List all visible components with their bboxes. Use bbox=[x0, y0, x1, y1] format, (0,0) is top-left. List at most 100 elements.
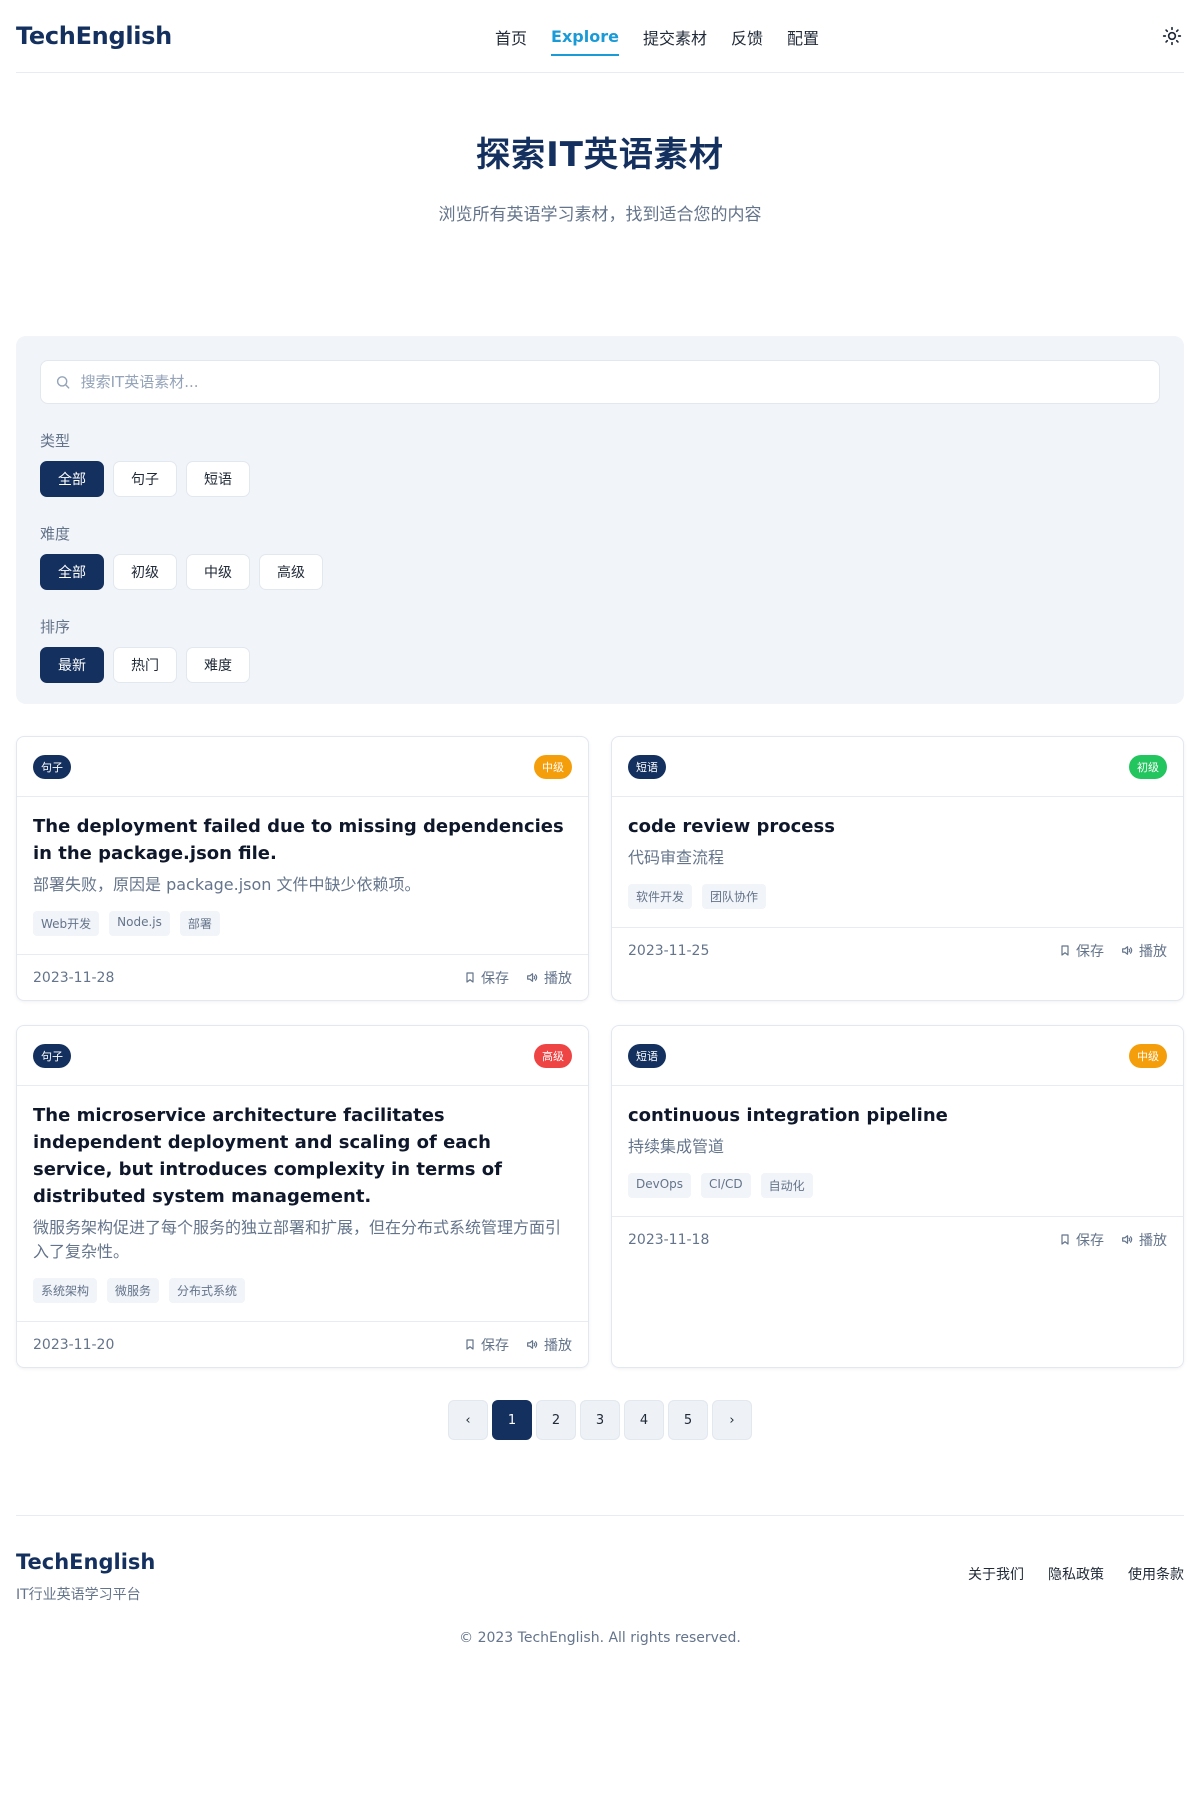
card-footer: 2023-11-20 保存 播放 bbox=[17, 1321, 588, 1367]
play-button[interactable]: 播放 bbox=[1120, 941, 1167, 961]
tag[interactable]: 自动化 bbox=[760, 1173, 813, 1198]
sort-latest[interactable]: 最新 bbox=[40, 647, 104, 683]
nav-explore[interactable]: Explore bbox=[551, 0, 619, 73]
card-body: code review process 代码审查流程 软件开发 团队协作 bbox=[612, 797, 1183, 927]
footer-link-about[interactable]: 关于我们 bbox=[968, 1564, 1024, 1584]
tag[interactable]: 部署 bbox=[179, 911, 220, 936]
play-label: 播放 bbox=[544, 1337, 572, 1354]
card-tags: 软件开发 团队协作 bbox=[628, 884, 1167, 909]
material-card-grid: 句子 中级 The deployment failed due to missi… bbox=[16, 736, 1184, 1368]
play-button[interactable]: 播放 bbox=[525, 968, 572, 988]
speaker-icon bbox=[1122, 946, 1133, 955]
material-card[interactable]: 短语 初级 code review process 代码审查流程 软件开发 团队… bbox=[611, 736, 1184, 1001]
save-button[interactable]: 保存 bbox=[1059, 1230, 1104, 1250]
tag[interactable]: Web开发 bbox=[33, 911, 100, 936]
card-date: 2023-11-25 bbox=[628, 942, 710, 959]
nav-submit[interactable]: 提交素材 bbox=[643, 0, 707, 73]
save-button[interactable]: 保存 bbox=[1059, 941, 1104, 961]
copyright: © 2023 TechEnglish. All rights reserved. bbox=[459, 1630, 741, 1646]
pagination-page-1[interactable]: 1 bbox=[492, 1400, 532, 1440]
card-footer: 2023-11-25 保存 播放 bbox=[612, 927, 1183, 973]
pagination-page-3[interactable]: 3 bbox=[580, 1400, 620, 1440]
card-english-text: continuous integration pipeline bbox=[628, 1105, 948, 1126]
save-label: 保存 bbox=[1076, 1232, 1104, 1249]
type-filter-sentence[interactable]: 句子 bbox=[113, 461, 177, 497]
card-translation: 代码审查流程 bbox=[628, 848, 725, 867]
type-filter-phrase[interactable]: 短语 bbox=[186, 461, 250, 497]
tag[interactable]: 软件开发 bbox=[628, 884, 693, 909]
sort-filter-label: 排序 bbox=[40, 618, 71, 636]
difficulty-filter-beginner[interactable]: 初级 bbox=[113, 554, 177, 590]
difficulty-filter-advanced[interactable]: 高级 bbox=[259, 554, 323, 590]
play-button[interactable]: 播放 bbox=[525, 1335, 572, 1355]
card-header: 句子 高级 bbox=[17, 1026, 588, 1086]
site-footer: TechEnglish IT行业英语学习平台 关于我们 隐私政策 使用条款 © … bbox=[16, 1515, 1184, 1646]
tag[interactable]: 分布式系统 bbox=[169, 1278, 246, 1303]
search-input[interactable] bbox=[80, 373, 1145, 391]
sort-popular[interactable]: 热门 bbox=[113, 647, 177, 683]
theme-toggle-button[interactable] bbox=[1160, 24, 1184, 48]
material-card[interactable]: 句子 高级 The microservice architecture faci… bbox=[16, 1025, 589, 1368]
speaker-icon bbox=[527, 973, 538, 982]
card-translation: 部署失败，原因是 package.json 文件中缺少依赖项。 bbox=[33, 875, 421, 894]
tag[interactable]: CI/CD bbox=[701, 1173, 751, 1198]
card-english-text: The deployment failed due to missing dep… bbox=[33, 816, 564, 864]
card-header: 句子 中级 bbox=[17, 737, 588, 797]
bookmark-icon bbox=[466, 1339, 474, 1350]
tag[interactable]: 团队协作 bbox=[702, 884, 767, 909]
pagination-next-button[interactable]: › bbox=[712, 1400, 752, 1440]
search-box bbox=[40, 360, 1160, 404]
card-tags: Web开发 Node.js 部署 bbox=[33, 911, 572, 936]
footer-brand: TechEnglish bbox=[16, 1550, 156, 1574]
pagination-page-4[interactable]: 4 bbox=[624, 1400, 664, 1440]
footer-links: 关于我们 隐私政策 使用条款 bbox=[968, 1564, 1184, 1584]
pagination: ‹ 1 2 3 4 5 › bbox=[16, 1400, 1184, 1440]
bookmark-icon bbox=[1061, 1234, 1069, 1245]
tag[interactable]: DevOps bbox=[628, 1173, 692, 1198]
pagination-prev-button[interactable]: ‹ bbox=[448, 1400, 488, 1440]
card-footer: 2023-11-18 保存 播放 bbox=[612, 1216, 1183, 1262]
page-title: 探索IT英语素材 bbox=[476, 135, 724, 175]
card-actions: 保存 播放 bbox=[1059, 1230, 1167, 1250]
card-translation: 微服务架构促进了每个服务的独立部署和扩展，但在分布式系统管理方面引入了复杂性。 bbox=[33, 1218, 562, 1261]
footer-row: TechEnglish IT行业英语学习平台 关于我们 隐私政策 使用条款 bbox=[16, 1550, 1184, 1604]
material-card[interactable]: 短语 中级 continuous integration pipeline 持续… bbox=[611, 1025, 1184, 1368]
pagination-page-5[interactable]: 5 bbox=[668, 1400, 708, 1440]
level-badge: 初级 bbox=[1129, 754, 1167, 779]
tag[interactable]: 微服务 bbox=[107, 1278, 160, 1303]
difficulty-filter-all[interactable]: 全部 bbox=[40, 554, 104, 590]
card-english-text: The microservice architecture facilitate… bbox=[33, 1105, 502, 1207]
nav-home[interactable]: 首页 bbox=[495, 0, 527, 73]
save-label: 保存 bbox=[1076, 943, 1104, 960]
save-label: 保存 bbox=[481, 970, 509, 987]
speaker-icon bbox=[527, 1340, 538, 1349]
nav-feedback[interactable]: 反馈 bbox=[731, 0, 763, 73]
play-button[interactable]: 播放 bbox=[1120, 1230, 1167, 1250]
brand-logo[interactable]: TechEnglish bbox=[16, 22, 172, 50]
sort-filter-group: 最新 热门 难度 bbox=[40, 647, 1160, 683]
difficulty-filter-intermediate[interactable]: 中级 bbox=[186, 554, 250, 590]
card-header: 短语 初级 bbox=[612, 737, 1183, 797]
page-subtitle: 浏览所有英语学习素材，找到适合您的内容 bbox=[438, 205, 762, 225]
save-button[interactable]: 保存 bbox=[464, 1335, 509, 1355]
card-tags: DevOps CI/CD 自动化 bbox=[628, 1173, 1167, 1198]
play-label: 播放 bbox=[544, 970, 572, 987]
material-card[interactable]: 句子 中级 The deployment failed due to missi… bbox=[16, 736, 589, 1001]
footer-link-privacy[interactable]: 隐私政策 bbox=[1048, 1564, 1104, 1584]
card-body: continuous integration pipeline 持续集成管道 D… bbox=[612, 1086, 1183, 1216]
type-badge: 短语 bbox=[628, 754, 666, 779]
difficulty-filter-label: 难度 bbox=[40, 525, 71, 543]
tag[interactable]: Node.js bbox=[109, 911, 170, 936]
tag[interactable]: 系统架构 bbox=[33, 1278, 98, 1303]
pagination-page-2[interactable]: 2 bbox=[536, 1400, 576, 1440]
save-button[interactable]: 保存 bbox=[464, 968, 509, 988]
sort-difficulty[interactable]: 难度 bbox=[186, 647, 250, 683]
filter-panel: 类型 全部 句子 短语 难度 全部 初级 中级 高级 排序 最新 热门 难度 bbox=[16, 336, 1184, 704]
card-date: 2023-11-28 bbox=[33, 969, 115, 986]
card-actions: 保存 播放 bbox=[1059, 941, 1167, 961]
footer-link-terms[interactable]: 使用条款 bbox=[1128, 1564, 1184, 1584]
type-filter-all[interactable]: 全部 bbox=[40, 461, 104, 497]
level-badge: 高级 bbox=[534, 1043, 572, 1068]
nav-settings[interactable]: 配置 bbox=[787, 0, 819, 73]
type-filter-label: 类型 bbox=[40, 432, 71, 450]
